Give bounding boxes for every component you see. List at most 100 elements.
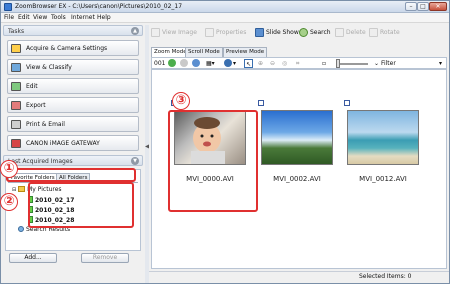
- callout-number-1: ①: [0, 160, 18, 178]
- properties-icon: [205, 28, 214, 37]
- view-classify-icon: [11, 63, 21, 72]
- task-canon-image-gateway[interactable]: CANON iMAGE GATEWAY: [7, 135, 139, 151]
- properties-button[interactable]: Properties: [205, 28, 246, 42]
- slide-show-icon: [255, 28, 264, 37]
- search-results-icon: [18, 226, 24, 232]
- task-label: Edit: [26, 83, 38, 90]
- item-counter: 001: [154, 60, 166, 67]
- view-image-button[interactable]: View Image: [151, 28, 197, 42]
- status-bar: Selected Items: 0: [149, 271, 449, 281]
- rotate-button[interactable]: Rotate: [369, 28, 400, 42]
- delete-icon: [335, 28, 344, 37]
- menu-edit[interactable]: Edit: [18, 14, 30, 21]
- tasks-header-label: Tasks: [8, 28, 25, 35]
- task-label: Export: [26, 102, 46, 109]
- tab-zoom-mode[interactable]: Zoom Mode: [151, 47, 190, 57]
- rotate-icon: [369, 28, 378, 37]
- close-button[interactable]: ✕: [429, 2, 447, 11]
- remove-folder-button[interactable]: Remove: [81, 253, 129, 263]
- slide-show-button[interactable]: Slide Show: [255, 28, 299, 42]
- task-view-classify[interactable]: View & Classify: [7, 59, 139, 75]
- view-toolbar: 001 ▦▾ ▾ ↖ ⊕ ⊖ ◎ ⌗ ▫ ⌄ Filter ▾: [151, 57, 447, 69]
- tab-scroll-mode[interactable]: Scroll Mode: [185, 47, 223, 57]
- gateway-icon: [11, 139, 21, 148]
- folder-icon: [18, 186, 26, 192]
- refresh-icon[interactable]: [192, 59, 200, 67]
- task-print-email[interactable]: Print & Email: [7, 116, 139, 132]
- view-options-icon[interactable]: ▦▾: [206, 59, 215, 68]
- info-icon[interactable]: [224, 59, 232, 67]
- menu-view[interactable]: View: [33, 14, 47, 21]
- view-image-icon: [151, 28, 160, 37]
- info-dropdown-icon[interactable]: ▾: [233, 59, 236, 68]
- select-all-icon[interactable]: [168, 59, 176, 67]
- minimize-button[interactable]: –: [405, 2, 417, 11]
- thumbnail-checkbox[interactable]: [344, 100, 350, 106]
- zoom-slider-track[interactable]: [340, 63, 368, 65]
- rotate-label: Rotate: [380, 29, 400, 36]
- thumbnail-image-beach: [347, 110, 419, 165]
- last-acquired-header: Last Acquired Images ▼: [3, 155, 143, 166]
- task-label: View & Classify: [26, 64, 72, 71]
- window-title: ZoomBrowser EX - C:\Users\canon\Pictures…: [15, 3, 183, 10]
- main-toolbar: View Image Properties Slide Show Search …: [149, 25, 449, 45]
- callout-number-3: ③: [172, 92, 190, 110]
- search-button[interactable]: Search: [299, 28, 331, 42]
- task-acquire-camera-settings[interactable]: Acquire & Camera Settings: [7, 40, 139, 56]
- menu-file[interactable]: File: [4, 14, 14, 21]
- add-folder-button[interactable]: Add...: [9, 253, 57, 263]
- search-icon: [299, 28, 308, 37]
- view-image-label: View Image: [162, 29, 197, 36]
- callout-box-thumbnail: [168, 110, 258, 212]
- properties-label: Properties: [216, 29, 247, 36]
- search-label: Search: [310, 29, 331, 36]
- app-icon: [4, 3, 12, 11]
- callout-box-folder-tabs: [6, 168, 136, 182]
- zoom-out-icon[interactable]: ⊖: [270, 59, 275, 68]
- fit-icon[interactable]: ◎: [282, 59, 287, 68]
- filter-dropdown[interactable]: ⌄ Filter ▾: [374, 59, 444, 68]
- pointer-tool-icon[interactable]: ↖: [244, 59, 253, 68]
- printer-icon: [11, 120, 21, 129]
- zoom-in-icon[interactable]: ⊕: [258, 59, 263, 68]
- menu-bar: File Edit View Tools Internet Help: [1, 13, 449, 23]
- camera-icon: [11, 44, 21, 53]
- menu-help[interactable]: Help: [97, 14, 111, 21]
- crop-icon[interactable]: ⌗: [296, 59, 299, 68]
- task-export[interactable]: Export: [7, 97, 139, 113]
- tab-preview-mode[interactable]: Preview Mode: [223, 47, 268, 57]
- thumbnail-filename: MVI_0002.AVI: [273, 175, 321, 183]
- small-thumbnail-icon: ▫: [322, 60, 327, 67]
- thumbnail-filename: MVI_0012.AVI: [359, 175, 407, 183]
- task-label: Acquire & Camera Settings: [26, 45, 108, 52]
- last-acquired-collapse-icon[interactable]: ▼: [131, 157, 139, 165]
- menu-tools[interactable]: Tools: [51, 14, 66, 21]
- slide-show-label: Slide Show: [266, 29, 299, 36]
- selected-items-status: Selected Items: 0: [359, 273, 412, 280]
- task-label: Print & Email: [26, 121, 65, 128]
- title-bar: ZoomBrowser EX - C:\Users\canon\Pictures…: [1, 1, 449, 13]
- export-icon: [11, 101, 21, 110]
- left-pane: Tasks ▲ Acquire & Camera Settings View &…: [3, 25, 143, 283]
- filter-icon: ⌄: [374, 60, 380, 67]
- filter-dropdown-arrow-icon: ▾: [438, 60, 442, 67]
- last-acquired-label: Last Acquired Images: [8, 158, 73, 165]
- callout-box-folder-tree: [28, 182, 134, 228]
- tree-collapse-icon[interactable]: ⊟: [12, 187, 16, 193]
- maximize-button[interactable]: □: [417, 2, 429, 11]
- delete-label: Delete: [346, 29, 366, 36]
- callout-number-2: ②: [0, 193, 18, 211]
- thumbnail-image-landscape: [261, 110, 333, 165]
- thumbnail-item[interactable]: MVI_0002.AVI: [257, 100, 335, 188]
- task-label: CANON iMAGE GATEWAY: [26, 140, 100, 147]
- tasks-collapse-icon[interactable]: ▲: [131, 27, 139, 35]
- deselect-icon[interactable]: [180, 59, 188, 67]
- tasks-header: Tasks ▲: [3, 25, 143, 36]
- edit-icon: [11, 82, 21, 91]
- task-edit[interactable]: Edit: [7, 78, 139, 94]
- menu-internet[interactable]: Internet: [71, 14, 95, 21]
- thumbnail-checkbox[interactable]: [258, 100, 264, 106]
- thumbnail-item[interactable]: MVI_0012.AVI: [343, 100, 421, 188]
- delete-button[interactable]: Delete: [335, 28, 366, 42]
- filter-label: Filter: [380, 60, 396, 67]
